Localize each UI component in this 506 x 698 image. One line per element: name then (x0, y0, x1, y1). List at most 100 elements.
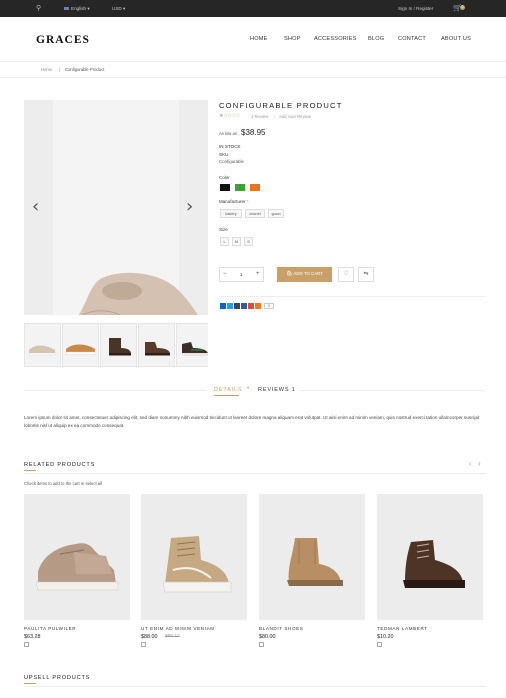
related-old-price-2: $95.12 (165, 634, 180, 639)
google-plus-icon[interactable] (248, 303, 254, 309)
tabs-divider-right (300, 390, 485, 391)
qty-input[interactable]: 1 (240, 272, 243, 277)
size-option-s[interactable]: S (244, 237, 253, 246)
breadcrumb-divider (0, 77, 506, 78)
cart-bag-icon: 🛍 (286, 271, 293, 277)
qty-increase-button[interactable]: + (256, 271, 260, 277)
related-card-3-shoe-icon (287, 538, 343, 586)
review-count-link[interactable]: 1 Review (251, 114, 268, 119)
tab-separator-dot: • (247, 386, 250, 392)
thumbnail-3[interactable] (100, 323, 137, 367)
add-to-cart-label: ADD TO CART (293, 271, 323, 276)
related-name-1[interactable]: PAULITA PULWILER (24, 626, 76, 631)
related-next-icon[interactable]: › (478, 459, 481, 468)
related-checkbox-4[interactable] (377, 642, 382, 647)
nav-item-shop[interactable]: SHOP (284, 36, 301, 42)
thumbnail-5-shoe-icon (182, 342, 208, 356)
thumbnail-4-shoe-icon (145, 342, 170, 356)
tab-details[interactable]: DETAILS (214, 387, 243, 393)
nav-item-contact[interactable]: CONTACT (398, 36, 426, 42)
thumbnail-2[interactable] (62, 323, 99, 367)
color-swatch-orange[interactable] (250, 184, 260, 191)
manufacturer-label-text: Manufacturer (219, 199, 246, 204)
related-card-4[interactable] (377, 494, 483, 620)
related-prev-icon[interactable]: ‹ (469, 459, 472, 468)
add-to-cart-button[interactable]: 🛍 ADD TO CART (277, 267, 332, 282)
breadcrumb-home[interactable]: Home (41, 67, 52, 72)
related-price-2: $88.00 (141, 634, 158, 640)
thumbnail-3-shoe-icon (109, 338, 131, 356)
manufacturer-option-gucci[interactable]: gucci (268, 209, 284, 218)
header-divider (0, 61, 506, 62)
price-prefix: As low as (219, 131, 237, 136)
breadcrumb-current: Configurable Product (65, 67, 105, 72)
qty-decrease-button[interactable]: − (223, 271, 227, 277)
nav-item-blog[interactable]: BLOG (368, 36, 384, 42)
nav-item-accessories[interactable]: ACCESSORIES (314, 36, 357, 42)
related-card-1[interactable] (24, 494, 130, 620)
share-plus-icon[interactable] (255, 303, 261, 309)
search-icon[interactable]: ⚲ (36, 4, 41, 12)
sku-label: SKU (219, 152, 229, 157)
thumbnail-4[interactable] (138, 323, 175, 367)
currency-selector[interactable]: USD ▾ (112, 6, 125, 12)
related-divider (24, 473, 486, 474)
social-share-bar: 0 (220, 303, 274, 309)
related-price-1: $63.28 (24, 634, 41, 640)
share-count: 0 (264, 303, 274, 309)
manufacturer-required-mark: * (246, 199, 249, 204)
manufacturer-label: Manufacturer * (219, 199, 249, 204)
gallery-thumbnails (24, 323, 208, 367)
thumbnail-1[interactable] (24, 323, 61, 367)
currency-label: USD (112, 6, 122, 11)
related-name-4[interactable]: TEDMAN LAMBERT (377, 626, 428, 631)
upsell-title-underline (24, 683, 36, 684)
related-card-4-shoe-icon (403, 540, 465, 588)
product-main-image (78, 272, 198, 315)
product-info-divider (219, 296, 485, 297)
color-swatch-black[interactable] (220, 184, 230, 191)
manufacturer-option-chanel[interactable]: chanel (245, 209, 265, 218)
color-label: Color (219, 175, 230, 180)
product-title: CONFIGURABLE PRODUCT (219, 101, 343, 110)
related-card-2-shoe-icon (162, 536, 232, 593)
add-review-link[interactable]: Add Your Review (279, 114, 311, 119)
nav-item-home[interactable]: HOME (250, 36, 268, 42)
site-logo[interactable]: GRACES (36, 34, 90, 46)
nav-item-about-us[interactable]: ABOUT US (441, 36, 471, 42)
related-checkbox-2[interactable] (141, 642, 146, 647)
tabs-divider-left (24, 390, 206, 391)
flag-icon (64, 7, 69, 10)
related-checkbox-3[interactable] (259, 642, 264, 647)
language-selector[interactable]: English ▾ (64, 6, 90, 12)
product-gallery[interactable]: ‹ › (24, 100, 208, 315)
related-card-3[interactable] (259, 494, 365, 620)
upsell-products-title: UPSELL PRODUCTS (24, 675, 91, 681)
linkedin-icon[interactable] (220, 303, 226, 309)
manufacturer-option-bakery[interactable]: bakery (220, 209, 242, 218)
tab-reviews[interactable]: REVIEWS 1 (258, 387, 296, 393)
compare-icon[interactable]: ⇋ (358, 267, 374, 282)
twitter-icon[interactable] (227, 303, 233, 309)
tab-details-underline (214, 395, 239, 396)
related-card-2[interactable] (141, 494, 247, 620)
related-hint: Check items to add to the cart or select… (24, 481, 102, 486)
color-swatch-green[interactable] (235, 184, 245, 191)
gallery-next-icon[interactable]: › (186, 196, 193, 217)
related-name-3[interactable]: BLANDIT SHOES (259, 626, 303, 631)
review-separator: | (274, 114, 276, 119)
wishlist-heart-icon[interactable]: ♡ (338, 267, 354, 282)
size-option-l[interactable]: L (220, 237, 229, 246)
size-label: Size (219, 227, 228, 232)
gallery-prev-icon[interactable]: ‹ (32, 196, 39, 217)
cart-count-badge: 0 (460, 5, 465, 10)
account-link[interactable]: Sign In / Register (398, 6, 433, 11)
facebook-icon[interactable] (241, 303, 247, 309)
quantity-stepper: − 1 + (219, 267, 264, 282)
thumbnail-5[interactable] (176, 323, 208, 367)
related-checkbox-1[interactable] (24, 642, 29, 647)
size-option-m[interactable]: M (232, 237, 241, 246)
related-name-2[interactable]: UT ENIM AD MINIM VENIAM (141, 626, 215, 631)
thumbnail-1-shoe-icon (28, 345, 57, 356)
tumblr-icon[interactable] (234, 303, 240, 309)
